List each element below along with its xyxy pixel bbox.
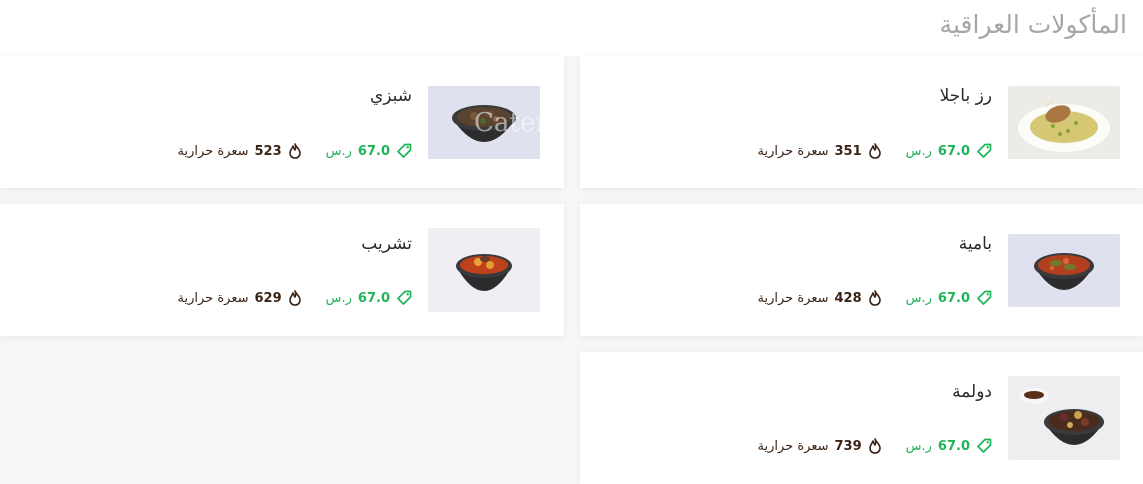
dish-price: 67.0: [357, 143, 390, 159]
calorie-label: سعرة حرارية: [177, 290, 249, 306]
calorie-label: سعرة حرارية: [177, 143, 249, 159]
dish-price: 67.0: [937, 290, 970, 306]
calorie-label: سعرة حرارية: [757, 290, 829, 306]
dish-photo-okra: [1008, 234, 1120, 307]
dish-photo-dolma: [1008, 376, 1120, 460]
dish-card-tashreeb[interactable]: تشريب 67.0 ر.س 629 سعرة حرارية: [0, 204, 564, 336]
price-tag-icon: [396, 290, 412, 306]
dish-name: تشريب: [361, 234, 412, 254]
dish-name: شبزي: [369, 86, 412, 106]
price-tag-icon: [396, 143, 412, 159]
dish-price: 67.0: [357, 290, 390, 306]
dish-price: 67.0: [937, 143, 970, 159]
currency-label: ر.س: [905, 290, 932, 306]
currency-label: ر.س: [905, 438, 932, 454]
dish-price: 67.0: [937, 438, 970, 454]
dish-card-dolma[interactable]: دولمة 67.0 ر.س 739 سعرة حرارية: [580, 352, 1143, 484]
flame-icon: [868, 290, 882, 306]
flame-icon: [288, 143, 302, 159]
dish-meta: 67.0 ر.س 428 سعرة حرارية: [758, 290, 992, 306]
dish-calories: 629: [254, 290, 282, 306]
dish-meta: 67.0 ر.س 523 سعرة حرارية: [178, 143, 412, 159]
calorie-label: سعرة حرارية: [757, 438, 829, 454]
dish-card-shibzi[interactable]: Cater شبزي 67.0 ر.س 523 سعرة حرارية: [0, 56, 564, 188]
price-tag-icon: [976, 438, 992, 454]
currency-label: ر.س: [905, 143, 932, 159]
dish-card-bamya[interactable]: بامية 67.0 ر.س 428 سعرة حرارية: [580, 204, 1143, 336]
currency-label: ر.س: [325, 143, 352, 159]
price-tag-icon: [976, 290, 992, 306]
flame-icon: [868, 438, 882, 454]
dish-name: دولمة: [952, 382, 992, 402]
currency-label: ر.س: [325, 290, 352, 306]
dish-photo-tashreeb: [428, 228, 540, 312]
section-header: المأكولات العراقية: [0, 0, 1143, 56]
price-tag-icon: [976, 143, 992, 159]
dish-calories: 523: [254, 143, 282, 159]
dish-calories: 428: [834, 290, 862, 306]
calorie-label: سعرة حرارية: [757, 143, 829, 159]
dish-calories: 739: [834, 438, 862, 454]
dish-meta: 67.0 ر.س 351 سعرة حرارية: [758, 143, 992, 159]
dish-calories: 351: [834, 143, 862, 159]
flame-icon: [868, 143, 882, 159]
dish-card-rice-bagilla[interactable]: رز باجلا 67.0 ر.س 351 سعرة حرارية: [580, 56, 1143, 188]
dish-name: رز باجلا: [939, 86, 992, 106]
section-title: المأكولات العراقية: [939, 10, 1127, 39]
flame-icon: [288, 290, 302, 306]
dish-photo-stew: [428, 86, 540, 159]
dish-meta: 67.0 ر.س 739 سعرة حرارية: [758, 438, 992, 454]
dish-name: بامية: [958, 234, 992, 254]
dish-photo-rice: [1008, 86, 1120, 159]
dish-meta: 67.0 ر.س 629 سعرة حرارية: [178, 290, 412, 306]
